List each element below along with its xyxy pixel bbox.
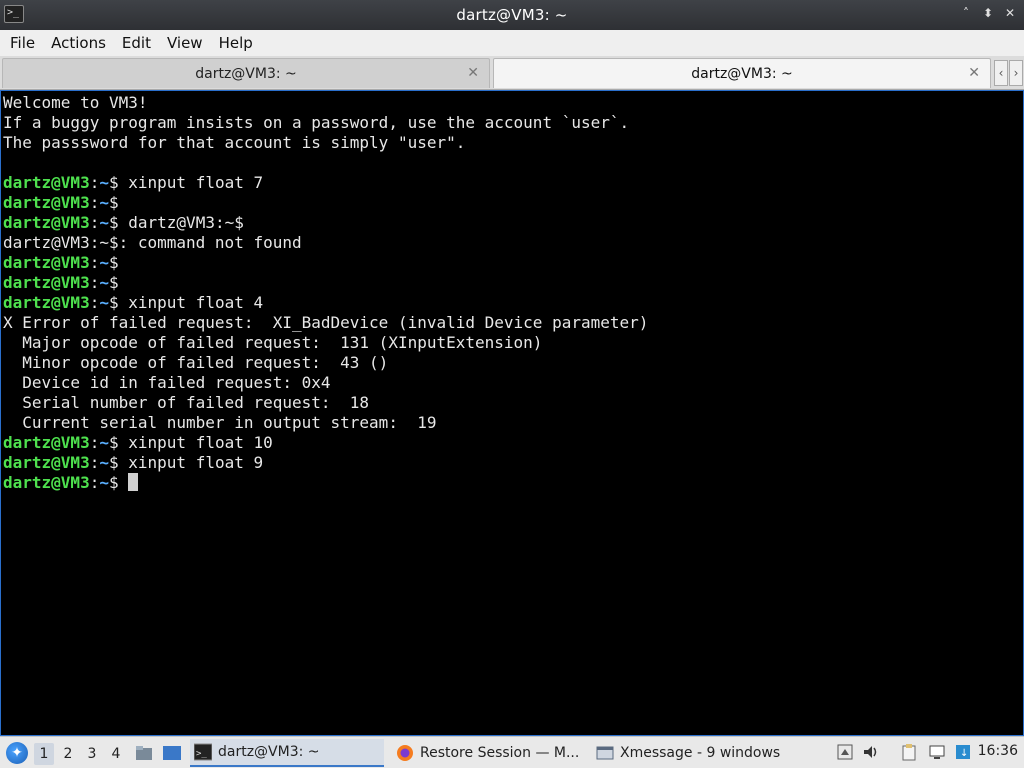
terminal-app-icon[interactable]: >_	[4, 5, 24, 23]
terminal-prompt-line: dartz@VM3:~$	[3, 273, 119, 292]
prompt-user: dartz@VM3	[3, 473, 90, 492]
prompt-user: dartz@VM3	[3, 173, 90, 192]
prompt-user: dartz@VM3	[3, 193, 90, 212]
terminal-output[interactable]: Welcome to VM3! If a buggy program insist…	[0, 90, 1024, 736]
terminal-prompt-line: dartz@VM3:~$	[3, 193, 119, 212]
terminal-output-line: The passsword for that account is simply…	[3, 133, 466, 152]
terminal-prompt-line: dartz@VM3:~$ xinput float 9	[3, 453, 264, 472]
prompt-user: dartz@VM3	[3, 433, 90, 452]
desktop-1[interactable]: 1	[34, 743, 54, 765]
prompt-path: ~	[99, 193, 109, 212]
maximize-button[interactable]: ⬍	[982, 6, 994, 20]
command-text	[119, 473, 129, 492]
clock[interactable]: 16:36	[978, 743, 1018, 759]
tab-scroll-left-icon[interactable]: ‹	[994, 60, 1008, 86]
tab-terminal-1[interactable]: dartz@VM3: ~ ✕	[2, 58, 490, 88]
terminal-cursor	[128, 473, 139, 491]
terminal-prompt-line: dartz@VM3:~$ xinput float 10	[3, 433, 273, 452]
prompt-user: dartz@VM3	[3, 293, 90, 312]
network-icon[interactable]	[928, 743, 946, 761]
prompt-path: ~	[99, 273, 109, 292]
tab-close-icon[interactable]: ✕	[467, 65, 479, 81]
tab-label: dartz@VM3: ~	[195, 65, 297, 82]
prompt-path: ~	[99, 473, 109, 492]
desktop-3[interactable]: 3	[82, 743, 102, 765]
menu-help[interactable]: Help	[211, 34, 261, 52]
tab-close-icon[interactable]: ✕	[968, 65, 980, 81]
prompt-path: ~	[99, 173, 109, 192]
prompt-path: ~	[99, 213, 109, 232]
svg-text:>_: >_	[196, 749, 207, 759]
prompt-path: ~	[99, 433, 109, 452]
terminal-output-line: If a buggy program insists on a password…	[3, 113, 630, 132]
terminal-output-line: Minor opcode of failed request: 43 ()	[3, 353, 389, 372]
update-icon[interactable]: ↓	[954, 743, 972, 761]
terminal-output-line: X Error of failed request: XI_BadDevice …	[3, 313, 649, 332]
task-firefox[interactable]: Restore Session — M...	[392, 739, 588, 767]
task-xmessage[interactable]: Xmessage - 9 windows	[592, 739, 788, 767]
desktop-2[interactable]: 2	[58, 743, 78, 765]
menu-file[interactable]: File	[2, 34, 43, 52]
volume-icon[interactable]	[862, 743, 880, 761]
firefox-icon	[396, 744, 414, 762]
terminal-output-line: Current serial number in output stream: …	[3, 413, 437, 432]
desktop-4[interactable]: 4	[106, 743, 126, 765]
close-button[interactable]: ✕	[1004, 6, 1016, 20]
window-titlebar[interactable]: >_ dartz@VM3: ~ ˄ ⬍ ✕	[0, 0, 1024, 30]
menu-bar: File Actions Edit View Help	[0, 30, 1024, 56]
start-menu-icon[interactable]: ✦	[6, 742, 28, 764]
show-desktop-icon[interactable]	[162, 743, 182, 763]
terminal-prompt-line: dartz@VM3:~$ xinput float 4	[3, 293, 264, 312]
window-icon	[596, 744, 614, 762]
task-label: Xmessage - 9 windows	[620, 745, 781, 761]
menu-view[interactable]: View	[159, 34, 211, 52]
tab-scroll-right-icon[interactable]: ›	[1009, 60, 1023, 86]
command-text: xinput float 9	[118, 453, 264, 472]
clipboard-icon[interactable]	[900, 743, 918, 761]
task-terminal[interactable]: >_ dartz@VM3: ~	[190, 739, 384, 767]
terminal-icon: >_	[193, 743, 213, 761]
prompt-path: ~	[99, 453, 109, 472]
prompt-path: ~	[99, 293, 109, 312]
tab-terminal-2[interactable]: dartz@VM3: ~ ✕	[493, 58, 991, 88]
terminal-output-line: dartz@VM3:~$: command not found	[3, 233, 302, 252]
svg-text:↓: ↓	[960, 748, 968, 759]
prompt-user: dartz@VM3	[3, 253, 90, 272]
prompt-user: dartz@VM3	[3, 273, 90, 292]
task-label: dartz@VM3: ~	[218, 744, 320, 760]
file-manager-icon[interactable]	[134, 743, 154, 763]
tray-input-icon[interactable]	[836, 743, 854, 761]
command-text: dartz@VM3:~$	[118, 213, 244, 232]
terminal-prompt-line: dartz@VM3:~$ dartz@VM3:~$	[3, 213, 244, 232]
terminal-output-line: Serial number of failed request: 18	[3, 393, 370, 412]
minimize-button[interactable]: ˄	[960, 6, 972, 20]
prompt-user: dartz@VM3	[3, 213, 90, 232]
command-text: xinput float 7	[118, 173, 264, 192]
taskbar: ✦ 1 2 3 4 >_ dartz@VM3: ~ Restore Sessio…	[0, 736, 1024, 768]
prompt-user: dartz@VM3	[3, 453, 90, 472]
terminal-prompt-line: dartz@VM3:~$ xinput float 7	[3, 173, 264, 192]
terminal-output-line: Device id in failed request: 0x4	[3, 373, 331, 392]
task-label: Restore Session — M...	[420, 745, 580, 761]
tab-bar: dartz@VM3: ~ ✕ dartz@VM3: ~ ✕ ‹ ›	[0, 56, 1024, 90]
menu-edit[interactable]: Edit	[114, 34, 159, 52]
terminal-output-line: Welcome to VM3!	[3, 93, 148, 112]
command-text: xinput float 4	[118, 293, 264, 312]
terminal-output-line: Major opcode of failed request: 131 (XIn…	[3, 333, 543, 352]
tab-label: dartz@VM3: ~	[691, 65, 793, 82]
terminal-prompt-line: dartz@VM3:~$	[3, 473, 1023, 493]
window-title: dartz@VM3: ~	[456, 6, 568, 24]
menu-actions[interactable]: Actions	[43, 34, 114, 52]
prompt-path: ~	[99, 253, 109, 272]
terminal-prompt-line: dartz@VM3:~$	[3, 253, 119, 272]
command-text: xinput float 10	[118, 433, 273, 452]
